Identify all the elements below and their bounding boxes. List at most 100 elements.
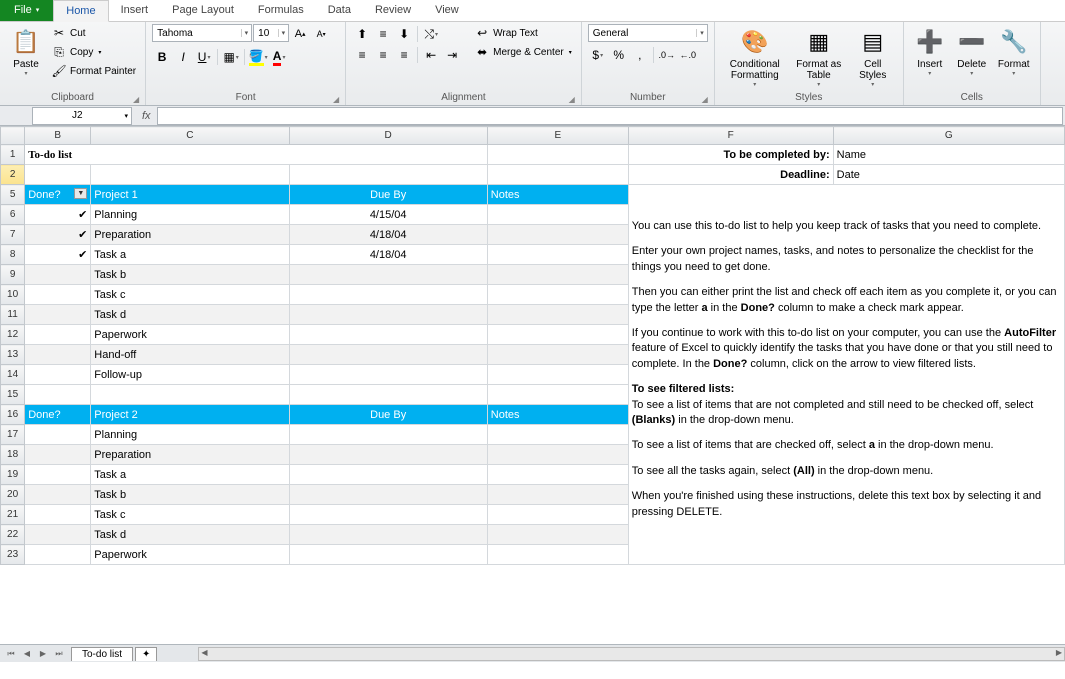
align-left-button[interactable]: ≡ [352,45,372,65]
tab-data[interactable]: Data [316,0,363,21]
last-sheet-button[interactable]: ⏭ [52,647,66,661]
group-styles: 🎨Conditional Formatting▾ ▦Format as Tabl… [715,22,904,105]
formula-input[interactable] [157,107,1063,125]
border-button[interactable]: ▦ [221,47,241,67]
align-right-button[interactable]: ≡ [394,45,414,65]
italic-button[interactable]: I [173,47,193,67]
alignment-launcher[interactable]: ◢ [569,95,575,104]
insert-cells-button[interactable]: ➕Insert▾ [910,24,950,79]
conditional-icon: 🎨 [739,26,771,58]
select-all[interactable] [1,127,25,145]
cell-styles-button[interactable]: ▤Cell Styles▾ [849,24,897,90]
insert-icon: ➕ [914,26,946,58]
grow-font-button[interactable]: A▴ [290,24,310,44]
prev-sheet-button[interactable]: ◀ [20,647,34,661]
font-color-button[interactable]: A [269,47,289,67]
align-bottom-button[interactable]: ⬇ [394,24,414,44]
column-headers: B C D E F G [1,127,1065,145]
indent-increase-button[interactable]: ⇥ [442,45,462,65]
percent-button[interactable]: % [609,45,629,65]
task-cell[interactable]: Planning [91,205,289,225]
border-icon: ▦ [223,50,234,64]
next-sheet-button[interactable]: ▶ [36,647,50,661]
project1-header[interactable]: Project 1 [91,185,289,205]
cellstyle-icon: ▤ [857,26,889,58]
format-painter-button[interactable]: 🖌Format Painter [48,62,139,80]
due-cell[interactable]: 4/15/04 [289,205,487,225]
col-G[interactable]: G [833,127,1064,145]
conditional-formatting-button[interactable]: 🎨Conditional Formatting▾ [721,24,789,90]
align-middle-button[interactable]: ≡ [373,24,393,44]
horizontal-scrollbar[interactable] [198,647,1065,661]
alignment-label: Alignment [441,92,485,103]
name-box[interactable]: J2▾ [32,107,132,125]
done-cell[interactable]: ✔ [25,205,91,225]
copy-button[interactable]: ⎘Copy▾ [48,43,139,61]
underline-button[interactable]: U [194,47,214,67]
done2-header[interactable]: Done? [25,405,91,425]
col-C[interactable]: C [91,127,289,145]
sheet-tabs: ⏮ ◀ ▶ ⏭ To-do list ✦ [0,644,1065,662]
number-launcher[interactable]: ◢ [702,95,708,104]
font-name-combo[interactable]: Tahoma▾ [152,24,252,42]
copy-icon: ⎘ [51,44,67,60]
deadline-label[interactable]: Deadline: [628,165,833,185]
group-font: Tahoma▾ 10▾ A▴ A▾ B I U ▦ 🪣 A Font ◢ [146,22,346,105]
wrap-text-button[interactable]: ↩Wrap Text [471,24,575,42]
col-E[interactable]: E [487,127,628,145]
align-top-button[interactable]: ⬆ [352,24,372,44]
cut-button[interactable]: ✂Cut [48,24,139,42]
tab-view[interactable]: View [423,0,471,21]
currency-button[interactable]: $ [588,45,608,65]
tab-review[interactable]: Review [363,0,423,21]
tab-page-layout[interactable]: Page Layout [160,0,246,21]
font-label: Font [236,92,256,103]
comma-button[interactable]: , [630,45,650,65]
fx-button[interactable]: fx [136,110,157,122]
col-D[interactable]: D [289,127,487,145]
decrease-decimal-button[interactable]: ←.0 [678,45,698,65]
new-sheet-button[interactable]: ✦ [135,647,157,661]
project2-header[interactable]: Project 2 [91,405,289,425]
bold-button[interactable]: B [152,47,172,67]
dueby-header[interactable]: Due By [289,185,487,205]
group-cells: ➕Insert▾ ➖Delete▾ 🔧Format▾ Cells [904,22,1041,105]
instructions-box[interactable]: You can use this to-do list to help you … [628,185,1064,565]
align-center-button[interactable]: ≡ [373,45,393,65]
shrink-font-button[interactable]: A▾ [311,24,331,44]
row-2[interactable]: 2 [1,165,25,185]
page-title[interactable]: To-do list [25,145,488,165]
indent-decrease-button[interactable]: ⇤ [421,45,441,65]
scissors-icon: ✂ [51,25,67,41]
row-5[interactable]: 5 [1,185,25,205]
number-format-combo[interactable]: General▾ [588,24,708,42]
deadline-value[interactable]: Date [833,165,1064,185]
completed-by-label[interactable]: To be completed by: [628,145,833,165]
notes-header[interactable]: Notes [487,185,628,205]
format-table-button[interactable]: ▦Format as Table▾ [791,24,847,90]
increase-decimal-button[interactable]: .0→ [657,45,677,65]
format-cells-button[interactable]: 🔧Format▾ [994,24,1034,79]
ribbon: 📋 Paste ▾ ✂Cut ⎘Copy▾ 🖌Format Painter Cl… [0,22,1065,106]
col-B[interactable]: B [25,127,91,145]
orientation-button[interactable]: ⤭ [421,24,441,44]
completed-by-value[interactable]: Name [833,145,1064,165]
tab-insert[interactable]: Insert [109,0,161,21]
font-launcher[interactable]: ◢ [333,95,339,104]
font-size-combo[interactable]: 10▾ [253,24,289,42]
number-label: Number [630,92,666,103]
fill-color-button[interactable]: 🪣 [248,47,268,67]
brush-icon: 🖌 [51,63,67,79]
merge-center-button[interactable]: ⬌Merge & Center▾ [471,43,575,61]
file-tab[interactable]: File [0,0,53,21]
delete-cells-button[interactable]: ➖Delete▾ [952,24,992,79]
col-F[interactable]: F [628,127,833,145]
first-sheet-button[interactable]: ⏮ [4,647,18,661]
paste-button[interactable]: 📋 Paste ▾ [6,24,46,79]
tab-formulas[interactable]: Formulas [246,0,316,21]
sheet-tab-todo[interactable]: To-do list [71,647,133,661]
tab-home[interactable]: Home [53,0,108,22]
row-1[interactable]: 1 [1,145,25,165]
clipboard-launcher[interactable]: ◢ [133,95,139,104]
done-header[interactable]: Done? [25,185,91,205]
